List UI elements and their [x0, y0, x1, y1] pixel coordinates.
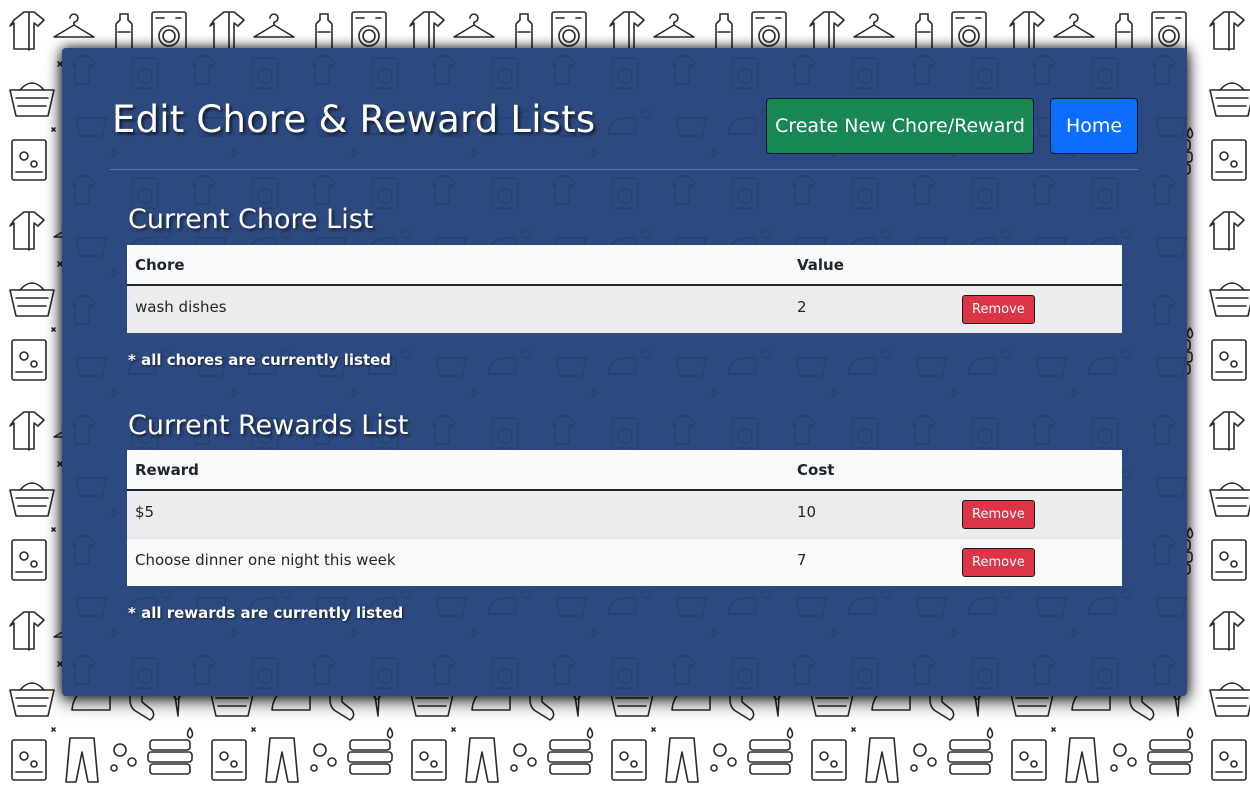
table-row: wash dishes 2 Remove — [127, 285, 1122, 333]
rewards-list-heading: Current Rewards List — [128, 410, 409, 441]
rewards-table: Reward Cost $5 10 Remove Choose dinner o… — [127, 450, 1122, 586]
chore-list-heading: Current Chore List — [128, 204, 374, 235]
remove-chore-button[interactable]: Remove — [962, 295, 1035, 324]
column-header-chore: Chore — [127, 245, 789, 286]
chore-table-header: Chore Value — [127, 245, 1122, 286]
home-button[interactable]: Home — [1050, 98, 1138, 154]
edit-lists-panel: Edit Chore & Reward Lists Create New Cho… — [62, 48, 1187, 696]
chores-note: * all chores are currently listed — [128, 351, 392, 369]
column-header-value: Value — [789, 245, 954, 286]
reward-action-cell: Remove — [954, 538, 1122, 586]
reward-action-cell: Remove — [954, 490, 1122, 539]
column-header-actions — [954, 245, 1122, 286]
chore-name: wash dishes — [127, 285, 789, 333]
reward-cost: 7 — [789, 538, 954, 586]
chore-value: 2 — [789, 285, 954, 333]
column-header-actions — [954, 450, 1122, 491]
rewards-table-header: Reward Cost — [127, 450, 1122, 491]
rewards-note: * all rewards are currently listed — [128, 604, 404, 622]
reward-name: $5 — [127, 490, 789, 539]
reward-cost: 10 — [789, 490, 954, 539]
table-row: $5 10 Remove — [127, 490, 1122, 539]
column-header-reward: Reward — [127, 450, 789, 491]
create-new-chore-reward-button[interactable]: Create New Chore/Reward — [766, 98, 1034, 154]
remove-reward-button[interactable]: Remove — [962, 547, 1035, 577]
reward-name: Choose dinner one night this week — [127, 538, 789, 586]
header-divider — [110, 169, 1138, 170]
chore-action-cell: Remove — [954, 285, 1122, 333]
page-title: Edit Chore & Reward Lists — [112, 98, 596, 141]
chore-table: Chore Value wash dishes 2 Remove — [127, 245, 1122, 333]
remove-reward-button[interactable]: Remove — [962, 500, 1035, 529]
column-header-cost: Cost — [789, 450, 954, 491]
table-row: Choose dinner one night this week 7 Remo… — [127, 538, 1122, 586]
